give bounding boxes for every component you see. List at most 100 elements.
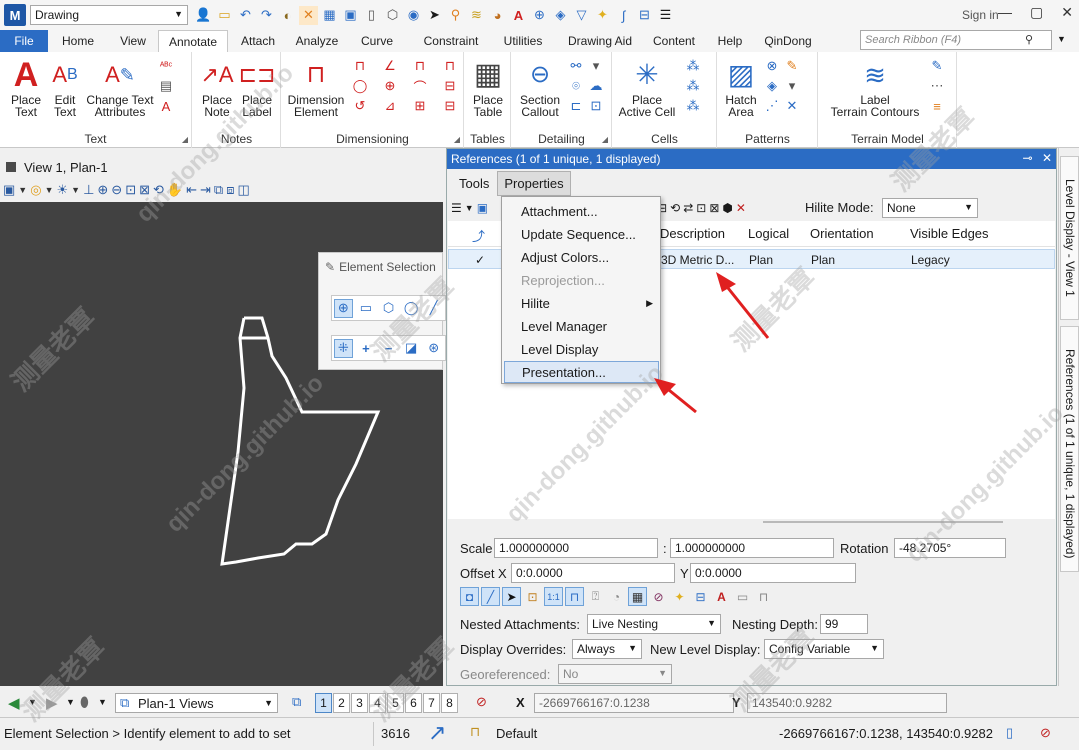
terrain-edit-icon[interactable]: ✎ <box>929 58 945 74</box>
menu-item-level-display[interactable]: Level Display <box>504 338 659 360</box>
update-view-icon[interactable]: ⊥ <box>83 182 94 198</box>
person-icon[interactable]: 👤 <box>194 6 213 25</box>
chevron-down-icon[interactable]: ▼ <box>66 697 75 707</box>
tab-curve[interactable]: Curve <box>346 30 408 52</box>
level-symbology-icon[interactable]: ⊘ <box>649 587 668 606</box>
dock-tab-references[interactable]: References (1 of 1 unique, 1 displayed) <box>1060 326 1079 572</box>
col-description[interactable]: Description <box>660 226 725 241</box>
terrain-stack-icon[interactable]: ≡ <box>929 98 945 114</box>
text-overrides-icon[interactable]: ⊟ <box>691 587 710 606</box>
search-icon[interactable]: ⚲ <box>1025 33 1033 46</box>
window-area-icon[interactable]: ⊡ <box>125 182 136 198</box>
key-in-icon[interactable]: ◉ <box>404 6 423 25</box>
dim-arc-icon[interactable]: ⌒ <box>412 78 428 95</box>
mirror-reference-icon[interactable]: ⇄ <box>683 201 693 215</box>
tab-qindong[interactable]: QinDong <box>760 30 816 52</box>
view-button-3[interactable]: 3 <box>351 693 368 713</box>
curve-icon[interactable]: ∫ <box>614 6 633 25</box>
label-terrain-contours-button[interactable]: ≋ Label Terrain Contours <box>825 56 925 118</box>
cube-icon[interactable]: ⬡ <box>383 6 402 25</box>
scale-ref-input[interactable]: 1.000000000 <box>670 538 834 558</box>
close-icon[interactable]: ✕ <box>1042 151 1052 165</box>
light-bulb-icon[interactable]: ✦ <box>593 6 612 25</box>
view-button-4[interactable]: 4 <box>369 693 386 713</box>
individual-select-icon[interactable]: ⊕ <box>334 298 353 318</box>
view-button-7[interactable]: 7 <box>423 693 440 713</box>
view-rotate-icon[interactable]: ◈ <box>551 6 570 25</box>
view-button-8[interactable]: 8 <box>441 693 458 713</box>
filter-icon[interactable]: ▽ <box>572 6 591 25</box>
chevron-down-icon[interactable]: ▼ <box>98 697 107 707</box>
color-adjust-icon[interactable]: A <box>712 587 731 606</box>
dialog-launcher-icon[interactable]: ◢ <box>602 135 608 144</box>
references-titlebar[interactable]: References (1 of 1 unique, 1 displayed) … <box>447 149 1056 169</box>
zoom-in-icon[interactable]: ⊕ <box>97 182 108 198</box>
no-signal-icon[interactable]: ⊘ <box>1040 725 1051 741</box>
delete-pattern-icon[interactable]: ✕ <box>784 98 800 114</box>
palette-icon[interactable]: ◕ <box>488 6 507 25</box>
menu-tools[interactable]: Tools <box>453 172 495 195</box>
elevation-callout-icon[interactable]: ⌾ <box>568 78 584 94</box>
dim-geom-icon[interactable]: ⊿ <box>382 98 398 114</box>
use-lights-icon[interactable]: ✦ <box>670 587 689 606</box>
cloud-icon[interactable]: ☁ <box>588 78 604 94</box>
lock-icon[interactable]: ⊓ <box>754 587 773 606</box>
line-select-icon[interactable]: ╱ <box>424 299 443 318</box>
col-logical[interactable]: Logical <box>748 226 789 241</box>
nesting-depth-input[interactable]: 99 <box>820 614 868 634</box>
maximize-icon[interactable]: ▢ <box>1030 4 1043 21</box>
layers-icon[interactable]: ≋ <box>467 6 486 25</box>
tab-drawing-aid[interactable]: Drawing Aid <box>552 30 648 52</box>
treat-as-element-icon[interactable]: ◔ <box>607 587 626 606</box>
view-button-2[interactable]: 2 <box>333 693 350 713</box>
linear-pattern-icon[interactable]: ⋰ <box>764 98 780 114</box>
snap-lock-icon[interactable]: ⊘ <box>476 694 487 710</box>
dialog-launcher-icon[interactable]: ◢ <box>454 135 460 144</box>
offset-y-input[interactable]: 0:0.0000 <box>690 563 856 583</box>
shape-select-icon[interactable]: ⬡ <box>379 299 398 318</box>
dim-linear-icon[interactable]: ⊓ <box>352 58 368 74</box>
select-arrow-icon[interactable]: ➤ <box>425 6 444 25</box>
x-coordinate-input[interactable]: -2669766167:0.1238 <box>534 693 734 713</box>
crosshatch-icon[interactable]: ⊗ <box>764 58 780 74</box>
change-text-attributes-button[interactable]: A ✎ Change Text Attributes <box>84 56 156 119</box>
next-view-icon[interactable]: ⇥ <box>200 182 211 198</box>
dim-size-icon[interactable]: ⊓ <box>412 58 428 74</box>
dialog-launcher-icon[interactable]: ◢ <box>182 135 188 144</box>
search-icon[interactable]: ⚲ <box>446 6 465 25</box>
app-logo-icon[interactable]: M <box>4 4 26 26</box>
customize-icon[interactable]: ☰ <box>656 6 675 25</box>
display-overrides-select[interactable]: Always ▼ <box>572 639 642 659</box>
tab-constraint[interactable]: Constraint <box>408 30 494 52</box>
attach-icon[interactable]: ▣ <box>477 201 488 215</box>
edit-text-button[interactable]: AB Edit Text <box>48 56 82 119</box>
display-icon[interactable]: ▣ <box>341 6 360 25</box>
place-active-cell-button[interactable]: ✳ Place Active Cell <box>615 56 679 119</box>
menu-item-presentation[interactable]: Presentation... <box>504 361 659 383</box>
section-callout-button[interactable]: ⊖ Section Callout <box>514 56 566 119</box>
row-check[interactable]: ✓ <box>475 253 485 267</box>
copy-view-icon[interactable]: ⧉ <box>214 182 223 198</box>
subtract-selection-icon[interactable]: − <box>379 339 398 358</box>
text-node-icon[interactable]: ▤ <box>158 78 174 94</box>
scale-line-styles-icon[interactable]: ⊓ <box>565 587 584 606</box>
previous-view-icon[interactable]: ⇤ <box>186 182 197 198</box>
hilite-mode-select[interactable]: None ▼ <box>882 198 978 218</box>
list-options-icon[interactable]: ☰ <box>451 201 462 215</box>
tool-icon[interactable]: ◐ <box>278 6 297 25</box>
menu-item-update-sequence[interactable]: Update Sequence... <box>504 223 659 245</box>
title-callout-icon[interactable]: ⊏ <box>568 98 584 114</box>
rotate-reference-icon[interactable]: ⟲ <box>670 201 680 215</box>
raster-icon[interactable]: ▦ <box>628 587 647 606</box>
document-icon[interactable]: ▯ <box>362 6 381 25</box>
cell-select-icon[interactable]: ⁂ <box>685 98 701 114</box>
chevron-down-icon[interactable]: ▼ <box>465 203 474 213</box>
pin-icon[interactable]: ⊸ <box>1023 151 1033 165</box>
menu-item-attachment[interactable]: Attachment... <box>504 200 659 222</box>
zoom-out-icon[interactable]: ⊖ <box>111 182 122 198</box>
pattern-edit-icon[interactable]: ✎ <box>784 58 800 74</box>
lock-icon[interactable]: ⊓ <box>470 724 480 740</box>
reload-reference-icon[interactable]: ⬢ <box>722 201 732 215</box>
detail-callout-icon[interactable]: ⚯ <box>568 58 584 74</box>
mask-reference-icon[interactable]: ⊠ <box>709 201 719 215</box>
